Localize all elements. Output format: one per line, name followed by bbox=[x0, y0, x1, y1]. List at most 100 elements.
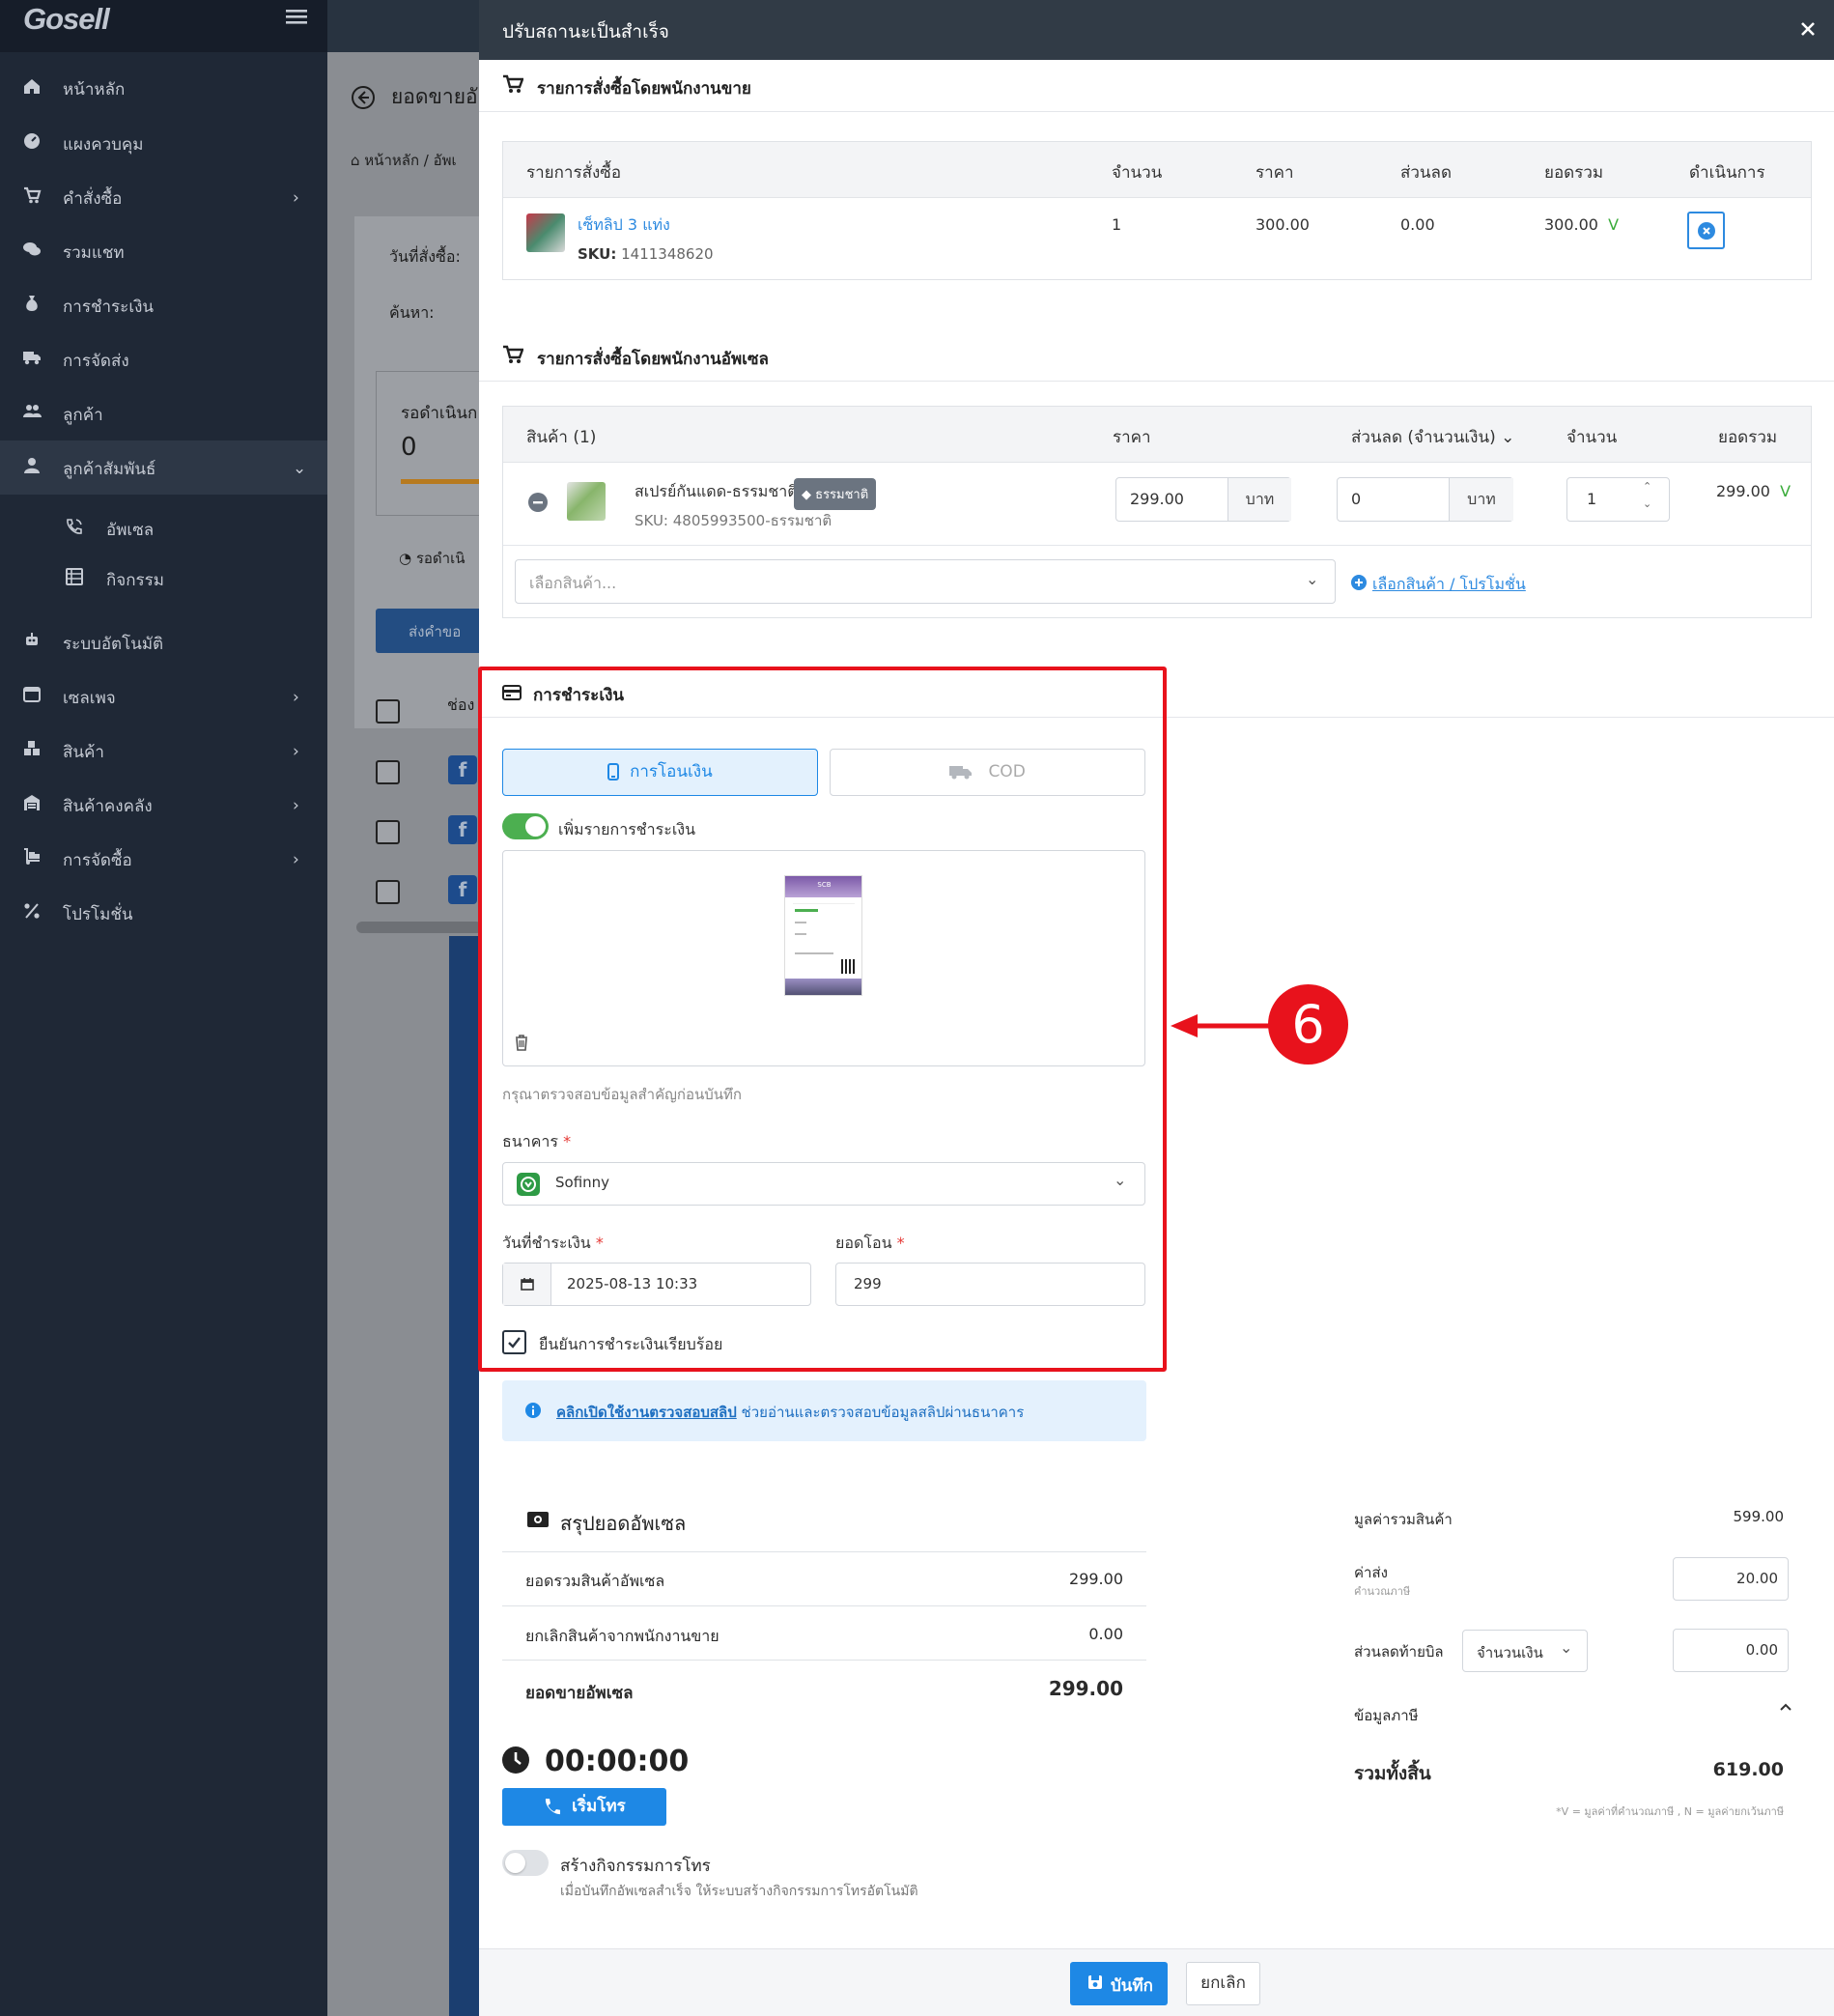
column-header: จำนวน bbox=[1566, 428, 1618, 447]
qty-value: 1 bbox=[1112, 215, 1122, 234]
table-header: สินค้า (1) ราคา ส่วนลด (จำนวนเงิน) ⌄ จำน… bbox=[503, 407, 1811, 463]
product-thumbnail bbox=[567, 482, 606, 521]
discount-input[interactable]: 0 บาท bbox=[1337, 477, 1513, 522]
slip-check-link[interactable]: คลิกเปิดใช้งานตรวจสอบสลิป bbox=[556, 1404, 737, 1421]
upsell-order-table: สินค้า (1) ราคา ส่วนลด (จำนวนเงิน) ⌄ จำน… bbox=[502, 406, 1812, 618]
discount-type-dropdown[interactable]: ส่วนลด (จำนวนเงิน) ⌄ bbox=[1351, 424, 1514, 450]
plus-circle-icon bbox=[1351, 575, 1367, 590]
sidebar-item[interactable]: การจัดซื้อ › bbox=[0, 832, 327, 886]
chat-icon bbox=[23, 241, 42, 259]
clock-icon bbox=[502, 1746, 529, 1774]
product-select[interactable]: เลือกสินค้า... ⌄ bbox=[515, 559, 1336, 604]
column-header: ยอดรวม bbox=[1718, 428, 1778, 447]
sidebar-item[interactable]: เซลเพจ › bbox=[0, 669, 327, 724]
discount-value: 0.00 bbox=[1400, 215, 1435, 234]
tax-info-toggle[interactable]: ข้อมูลภาษี bbox=[1354, 1704, 1419, 1727]
background-checkbox bbox=[376, 699, 400, 724]
phone-volume-icon bbox=[66, 518, 85, 536]
sidebar-item[interactable]: แผงควบคุม bbox=[0, 116, 327, 170]
sidebar-item-label: การจัดซื้อ bbox=[63, 851, 132, 870]
background-checkbox bbox=[376, 820, 400, 844]
money-bag-icon bbox=[23, 295, 42, 313]
sidebar-item-label: รวมแชท bbox=[63, 243, 125, 263]
summary-row: ยกเลิกสินค้าจากพนักงานขาย 0.00 bbox=[502, 1606, 1146, 1661]
toggle-knob bbox=[505, 1853, 525, 1873]
background-scrollbar bbox=[356, 922, 479, 933]
background-checkbox bbox=[376, 760, 400, 784]
call-timer: 00:00:00 bbox=[545, 1745, 690, 1778]
price-input[interactable]: 299.00 บาท bbox=[1115, 477, 1291, 522]
sidebar-item[interactable]: รวมแชท bbox=[0, 224, 327, 278]
logo: Gosell bbox=[23, 2, 110, 36]
sidebar-item[interactable]: ลูกค้าสัมพันธ์ ⌄ bbox=[0, 440, 327, 495]
chevron-down-icon: ⌄ bbox=[1495, 428, 1515, 447]
background-title: ยอดขายอั bbox=[391, 85, 478, 108]
sidebar-item[interactable]: สินค้า › bbox=[0, 724, 327, 778]
close-icon[interactable] bbox=[1799, 20, 1817, 38]
money-bill-icon bbox=[526, 1511, 550, 1528]
column-header: ส่วนลด bbox=[1400, 163, 1453, 183]
background-topbar bbox=[327, 0, 479, 52]
chevron-icon: › bbox=[293, 188, 299, 208]
menu-toggle-icon[interactable] bbox=[286, 9, 307, 26]
bill-discount-type-select[interactable]: จำนวนเงิน ⌄ bbox=[1462, 1630, 1588, 1672]
cart-icon bbox=[502, 74, 523, 94]
shipping-input[interactable]: 20.00 bbox=[1673, 1557, 1789, 1601]
grand-total-value: 619.00 bbox=[1712, 1759, 1784, 1780]
shipping-tax-note: คำนวณภาษี bbox=[1354, 1585, 1411, 1598]
create-call-activity-toggle[interactable] bbox=[502, 1850, 549, 1876]
sidebar-subitem-label: กิจกรรม bbox=[106, 571, 165, 590]
sidebar-subitem[interactable]: อัพเซล bbox=[0, 503, 327, 554]
sidebar-item[interactable]: สินค้าคงคลัง › bbox=[0, 778, 327, 832]
chevron-up-icon[interactable] bbox=[1779, 1702, 1792, 1712]
column-header: รายการสั่งซื้อ bbox=[526, 163, 622, 183]
step-number-badge: 6 bbox=[1268, 984, 1348, 1065]
column-header: สินค้า (1) bbox=[526, 428, 597, 447]
sidebar-item[interactable]: โปรโมชั่น bbox=[0, 886, 327, 940]
upsell-summary-title: สรุปยอดอัพเซล bbox=[560, 1512, 687, 1535]
chevron-icon: › bbox=[293, 742, 299, 761]
sidebar-subitem[interactable]: กิจกรรม bbox=[0, 554, 327, 604]
background-progress bbox=[401, 479, 479, 484]
warehouse-icon bbox=[23, 794, 42, 812]
remove-row-icon[interactable] bbox=[528, 493, 548, 512]
tag-icon: ◆ bbox=[802, 488, 816, 502]
increment-icon[interactable]: ⌃ bbox=[1643, 480, 1651, 493]
dashboard-icon bbox=[23, 132, 42, 151]
start-call-button[interactable]: เริ่มโทร bbox=[502, 1788, 666, 1826]
background-status-box bbox=[376, 371, 479, 516]
decrement-icon[interactable]: ⌄ bbox=[1643, 497, 1651, 510]
sidebar-item[interactable]: การจัดส่ง bbox=[0, 332, 327, 386]
sidebar-item[interactable]: หน้าหลัก bbox=[0, 61, 327, 115]
summary-total-row: ยอดขายอัพเซล 299.00 bbox=[525, 1677, 1123, 1703]
sidebar-item-label: คำสั่งซื้อ bbox=[63, 189, 123, 209]
product-name-link[interactable]: เซ็ทลิป 3 แท่ง bbox=[578, 213, 670, 238]
remove-item-button[interactable] bbox=[1687, 212, 1725, 249]
sidebar-item-label: สินค้าคงคลัง bbox=[63, 797, 153, 816]
column-header: ราคา bbox=[1256, 163, 1294, 183]
sidebar-item[interactable]: คำสั่งซื้อ › bbox=[0, 170, 327, 224]
cancel-button[interactable]: ยกเลิก bbox=[1186, 1962, 1260, 2005]
product-total-value: 599.00 bbox=[1733, 1508, 1785, 1525]
robot-icon bbox=[23, 632, 42, 650]
sidebar-item[interactable]: ระบบอัตโนมัติ bbox=[0, 615, 327, 669]
facebook-icon: f bbox=[448, 755, 477, 784]
background-button: ส่งคำขอ bbox=[376, 609, 479, 653]
sales-order-table: รายการสั่งซื้อ จำนวน ราคา ส่วนลด ยอดรวม … bbox=[502, 141, 1812, 280]
save-icon bbox=[1087, 1974, 1103, 1990]
sidebar-item[interactable]: ลูกค้า bbox=[0, 386, 327, 440]
sidebar-item-label: การจัดส่ง bbox=[63, 352, 129, 371]
sidebar-item[interactable]: การชำระเงิน bbox=[0, 278, 327, 332]
bill-discount-input[interactable]: 0.00 bbox=[1673, 1629, 1789, 1672]
chevron-icon: › bbox=[293, 850, 299, 869]
list-icon bbox=[66, 568, 85, 586]
sidebar-item-label: ลูกค้าสัมพันธ์ bbox=[63, 460, 156, 479]
divider bbox=[479, 381, 1834, 382]
window-icon bbox=[23, 686, 42, 704]
quantity-stepper[interactable]: 1 ⌃ ⌄ bbox=[1566, 477, 1670, 522]
chevron-icon: › bbox=[293, 796, 299, 815]
total-value: 300.00 V bbox=[1544, 215, 1620, 234]
select-product-promo-link[interactable]: เลือกสินค้า / โปรโมชั่น bbox=[1372, 573, 1526, 597]
save-button[interactable]: บันทึก bbox=[1070, 1962, 1168, 2005]
price-value: 300.00 bbox=[1256, 215, 1310, 234]
